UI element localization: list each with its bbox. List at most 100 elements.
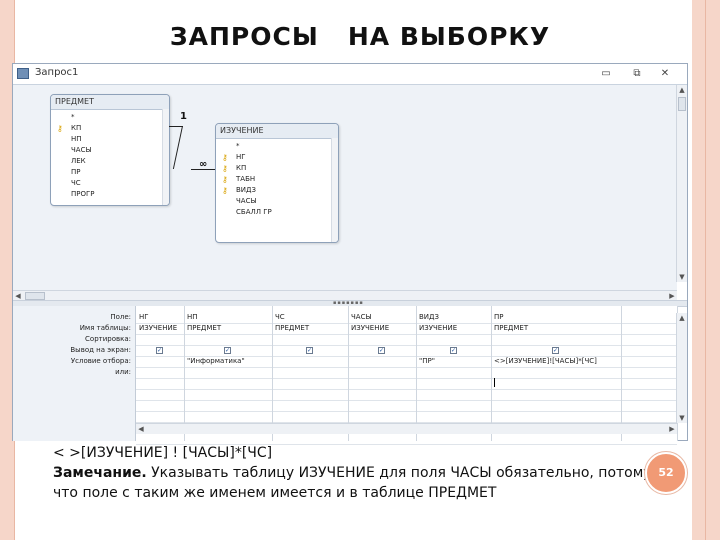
grid-table-cell[interactable]: ИЗУЧЕНИЕ	[139, 324, 177, 332]
grid-row-label: Поле:	[110, 313, 131, 321]
table-predmet-field[interactable]: ПРОГР	[51, 189, 169, 200]
minimize-button[interactable]: ▭	[599, 67, 613, 80]
grid-row-label: Сортировка:	[85, 335, 131, 343]
table-predmet-field-label: *	[71, 113, 75, 121]
table-predmet-field[interactable]: *	[51, 112, 169, 123]
table-predmet-field[interactable]: ПР	[51, 167, 169, 178]
show-checkbox[interactable]: ✓	[378, 347, 385, 354]
table-predmet-field[interactable]: ⚷ КП	[51, 123, 169, 134]
table-predmet-field[interactable]: ЧС	[51, 178, 169, 189]
primary-key-icon: ⚷	[57, 124, 63, 133]
primary-key-icon: ⚷	[222, 186, 228, 195]
grid-row-label: Вывод на экран:	[70, 346, 131, 354]
grid-row-labels: Поле: Имя таблицы: Сортировка: Вывод на экр…	[13, 306, 136, 441]
primary-key-icon: ⚷	[222, 175, 228, 184]
table-izuchenie-field[interactable]: ЧАСЫ	[216, 196, 338, 207]
grid-column[interactable]: ВИДЗ ИЗУЧЕНИЕ ✓ "ПР"	[416, 306, 492, 441]
grid-field-cell[interactable]: ПР	[494, 313, 504, 321]
grid-row-label: Условие отбора:	[70, 357, 131, 365]
scroll-up-arrow-icon[interactable]: ▲	[677, 85, 687, 95]
grid-scroll-right-arrow-icon[interactable]: ▶	[667, 424, 677, 434]
relationship-line-mid	[172, 126, 183, 169]
show-checkbox[interactable]: ✓	[306, 347, 313, 354]
grid-column[interactable]	[621, 306, 678, 441]
table-izuchenie-field-label: КП	[236, 164, 247, 172]
window-title: Запрос1	[35, 67, 79, 78]
splitter-grip-icon[interactable]: ▪▪▪▪▪▪▪	[333, 301, 364, 306]
table-izuchenie-field[interactable]: ⚷ ТАБН	[216, 174, 338, 185]
grid-table-cell[interactable]: ИЗУЧЕНИЕ	[419, 324, 457, 332]
table-predmet-field[interactable]: ЛЕК	[51, 156, 169, 167]
table-izuchenie-field-label: *	[236, 142, 240, 150]
close-button[interactable]: ✕	[658, 67, 672, 80]
table-predmet-field-label: НП	[71, 135, 82, 143]
table-predmet[interactable]: ПРЕДМЕТ * ⚷ КП НП ЧАСЫ ЛЕК ПР ЧС ПРОГР	[50, 94, 170, 206]
table-izuchenie[interactable]: ИЗУЧЕНИЕ * ⚷ НГ ⚷ КП ⚷ ТАБН ⚷ ВИДЗ ЧАСЫ СБАЛЛ ГР	[215, 123, 339, 243]
table-izuchenie-field[interactable]: ⚷ НГ	[216, 152, 338, 163]
table-predmet-fields: * ⚷ КП НП ЧАСЫ ЛЕК ПР ЧС ПРОГР	[51, 110, 169, 202]
grid-column[interactable]: НГ ИЗУЧЕНИЕ ✓	[136, 306, 185, 441]
restore-button[interactable]: ⧉	[630, 67, 644, 80]
table-predmet-field[interactable]: НП	[51, 134, 169, 145]
table-predmet-field-label: ЧС	[71, 179, 81, 187]
show-checkbox[interactable]: ✓	[156, 347, 163, 354]
table-predmet-field-label: ЛЕК	[71, 157, 86, 165]
table-predmet-field-label: ЧАСЫ	[71, 146, 92, 154]
grid-field-cell[interactable]: ЧАСЫ	[351, 313, 372, 321]
table-izuchenie-fields: * ⚷ НГ ⚷ КП ⚷ ТАБН ⚷ ВИДЗ ЧАСЫ СБАЛЛ ГР	[216, 139, 338, 220]
grid-vertical-scrollbar[interactable]: ▲ ▼	[676, 313, 687, 423]
grid-field-cell[interactable]: ВИДЗ	[419, 313, 439, 321]
grid-table-cell[interactable]: ИЗУЧЕНИЕ	[351, 324, 389, 332]
table-izuchenie-field-label: ТАБН	[236, 175, 256, 183]
grid-criteria-cell[interactable]: "Информатика"	[187, 357, 245, 365]
upper-scroll-thumb[interactable]	[678, 97, 686, 111]
table-predmet-scrollbar[interactable]	[162, 109, 169, 205]
table-predmet-title[interactable]: ПРЕДМЕТ	[51, 95, 169, 110]
table-izuchenie-scrollbar[interactable]	[331, 138, 338, 242]
grid-table-cell[interactable]: ПРЕДМЕТ	[494, 324, 528, 332]
table-predmet-field-label: ПР	[71, 168, 81, 176]
grid-column[interactable]: ЧС ПРЕДМЕТ ✓	[272, 306, 349, 441]
table-design-area: ПРЕДМЕТ * ⚷ КП НП ЧАСЫ ЛЕК ПР ЧС ПРОГР ИЗУЧЕНИЕ …	[13, 85, 677, 293]
page-number-badge: 52	[645, 452, 687, 494]
show-checkbox[interactable]: ✓	[450, 347, 457, 354]
grid-table-cell[interactable]: ПРЕДМЕТ	[275, 324, 309, 332]
grid-row-label: или:	[115, 368, 131, 376]
table-izuchenie-field-label: НГ	[236, 153, 246, 161]
window-titlebar: Запрос1 ▭ ⧉ ✕	[13, 64, 687, 85]
grid-column[interactable]: НП ПРЕДМЕТ ✓ "Информатика"	[184, 306, 273, 441]
grid-field-cell[interactable]: НП	[187, 313, 198, 321]
table-predmet-field-label: ПРОГР	[71, 190, 95, 198]
query-grid: Поле: Имя таблицы: Сортировка: Вывод на экр…	[13, 306, 678, 445]
grid-criteria-cell[interactable]: <>[ИЗУЧЕНИЕ]![ЧАСЫ]*[ЧС]	[494, 357, 597, 365]
scroll-down-arrow-icon[interactable]: ▼	[677, 272, 687, 282]
grid-scroll-left-arrow-icon[interactable]: ◀	[136, 424, 146, 434]
slide-right-border-line	[705, 0, 706, 540]
table-predmet-field-label: КП	[71, 124, 82, 132]
grid-criteria-cell[interactable]: "ПР"	[419, 357, 435, 365]
upper-vertical-scrollbar[interactable]: ▲ ▼	[676, 85, 687, 282]
table-predmet-field[interactable]: ЧАСЫ	[51, 145, 169, 156]
grid-scroll-up-arrow-icon[interactable]: ▲	[677, 313, 687, 323]
upper-hscroll-thumb[interactable]	[25, 292, 45, 300]
show-checkbox[interactable]: ✓	[224, 347, 231, 354]
slide-caption: < >[ИЗУЧЕНИЕ] ! [ЧАСЫ]*[ЧС] Замечание. У…	[53, 443, 653, 503]
table-izuchenie-field-label: ВИДЗ	[236, 186, 256, 194]
table-izuchenie-field[interactable]: СБАЛЛ ГР	[216, 207, 338, 218]
grid-column[interactable]: ПР ПРЕДМЕТ ✓ <>[ИЗУЧЕНИЕ]![ЧАСЫ]*[ЧС]	[491, 306, 622, 441]
query-icon	[17, 68, 29, 79]
table-izuchenie-field[interactable]: ⚷ КП	[216, 163, 338, 174]
table-izuchenie-field[interactable]: ⚷ ВИДЗ	[216, 185, 338, 196]
grid-horizontal-scrollbar[interactable]: ◀ ▶	[136, 423, 677, 434]
table-izuchenie-title[interactable]: ИЗУЧЕНИЕ	[216, 124, 338, 139]
show-checkbox[interactable]: ✓	[552, 347, 559, 354]
grid-scroll-down-arrow-icon[interactable]: ▼	[677, 413, 687, 423]
grid-field-cell[interactable]: НГ	[139, 313, 149, 321]
table-izuchenie-field[interactable]: *	[216, 141, 338, 152]
grid-table-cell[interactable]: ПРЕДМЕТ	[187, 324, 221, 332]
caption-note: Замечание. Указывать таблицу ИЗУЧЕНИЕ дл…	[53, 463, 653, 503]
table-izuchenie-field-label: ЧАСЫ	[236, 197, 257, 205]
slide-title: ЗАПРОСЫ НА ВЫБОРКУ	[169, 22, 551, 51]
grid-column[interactable]: ЧАСЫ ИЗУЧЕНИЕ ✓	[348, 306, 417, 441]
grid-field-cell[interactable]: ЧС	[275, 313, 285, 321]
